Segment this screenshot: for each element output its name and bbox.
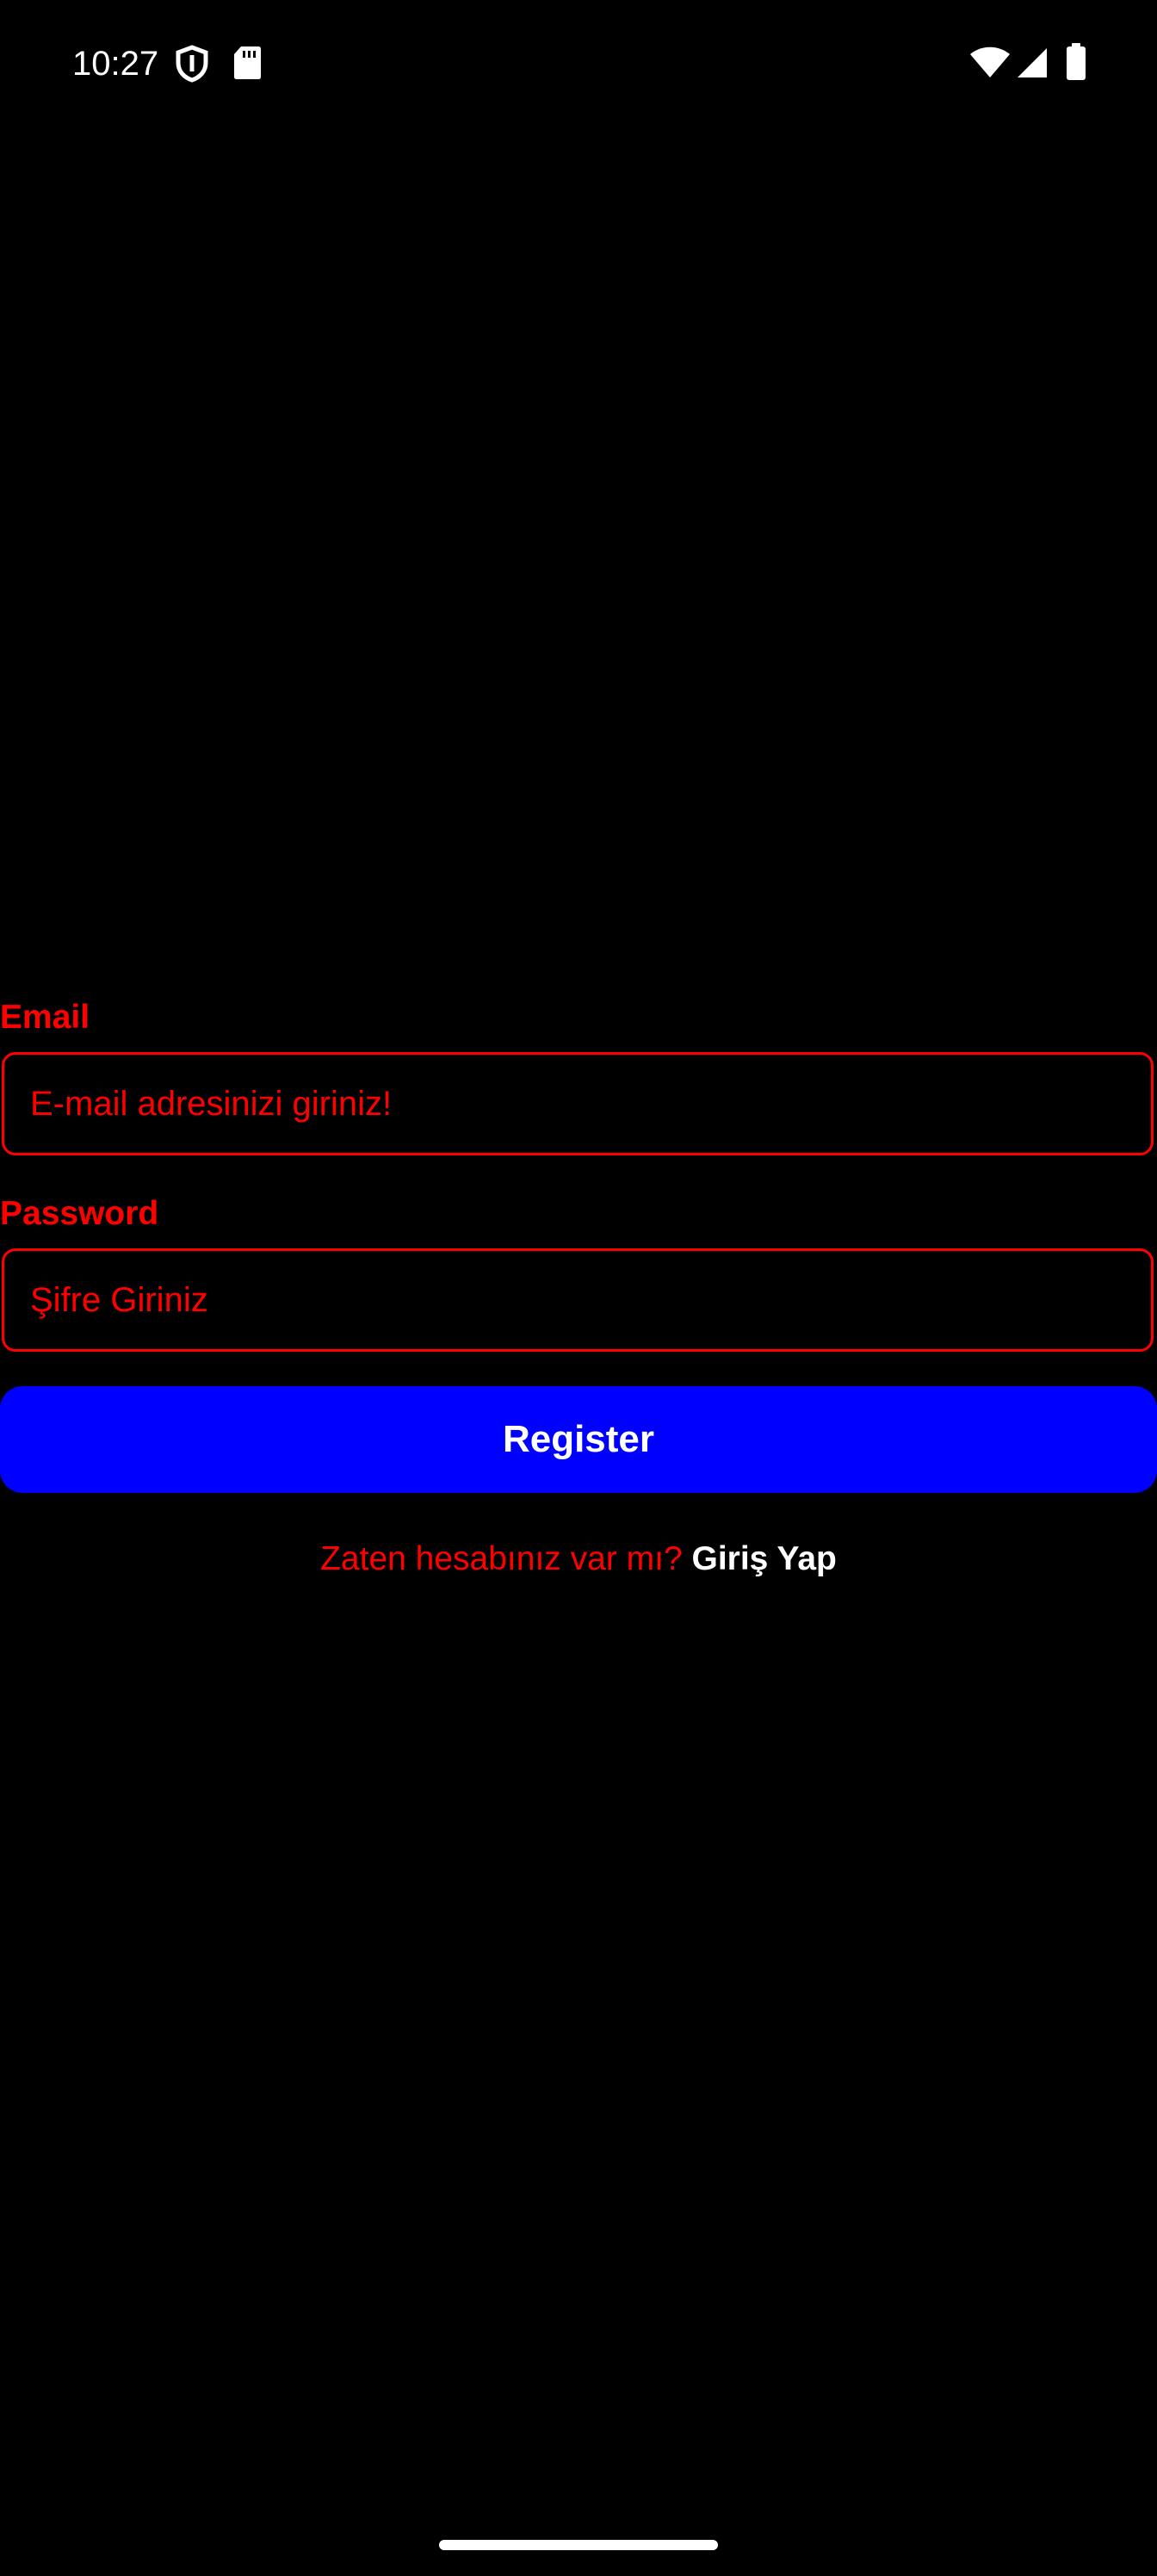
wifi-icon xyxy=(969,46,1011,84)
status-time: 10:27 xyxy=(72,45,159,83)
email-field[interactable]: E-mail adresinizi giriniz! xyxy=(2,1052,1154,1155)
sd-card-icon xyxy=(232,45,262,85)
home-indicator[interactable] xyxy=(439,2540,718,2550)
cellular-signal-icon xyxy=(1016,46,1049,84)
login-question: Zaten hesabınız var mı? xyxy=(320,1540,683,1577)
email-placeholder: E-mail adresinizi giriniz! xyxy=(30,1085,393,1123)
login-prompt-row: Zaten hesabınız var mı? Giriş Yap xyxy=(0,1538,1157,1581)
email-label: Email xyxy=(0,999,90,1036)
register-button[interactable]: Register xyxy=(0,1386,1157,1493)
password-placeholder: Şifre Giriniz xyxy=(30,1281,208,1319)
register-screen: 10:27 Email E-mail adresinizi giriniz! P… xyxy=(0,0,1157,2576)
login-link[interactable]: Giriş Yap xyxy=(692,1540,837,1577)
password-field[interactable]: Şifre Giriniz xyxy=(2,1248,1154,1352)
battery-icon xyxy=(1066,43,1086,85)
password-label: Password xyxy=(0,1195,159,1232)
status-bar: 10:27 xyxy=(0,0,1157,129)
shield-icon xyxy=(174,45,210,87)
